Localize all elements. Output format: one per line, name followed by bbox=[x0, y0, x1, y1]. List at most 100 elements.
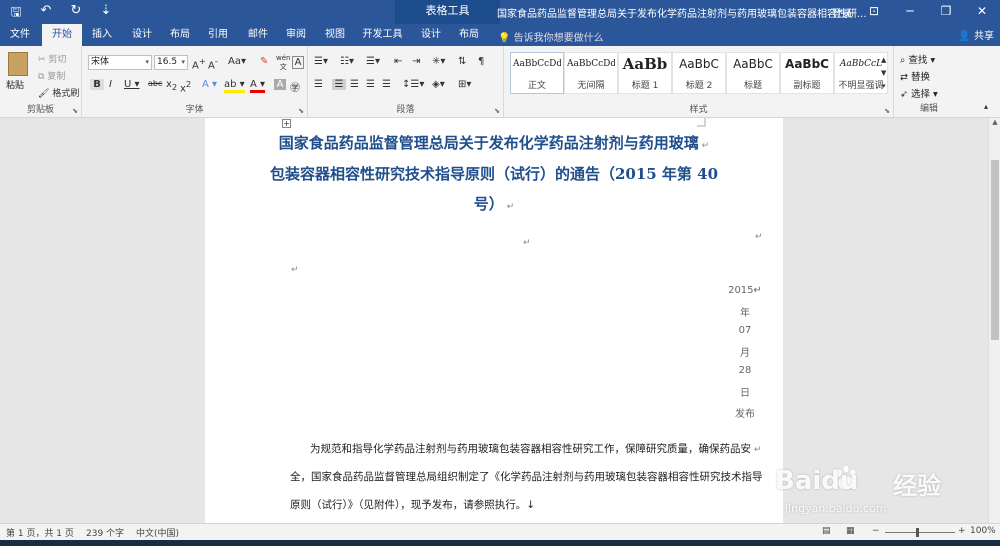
table-move-handle-icon[interactable]: + bbox=[282, 119, 291, 128]
tab-references[interactable]: 引用 bbox=[198, 24, 238, 46]
tell-me-search[interactable]: 💡 告诉我你想要做什么 bbox=[498, 29, 604, 44]
grow-font-icon[interactable]: A+ bbox=[192, 56, 206, 71]
italic-icon[interactable]: I bbox=[109, 79, 112, 90]
borders-icon[interactable]: ⊞▾ bbox=[458, 79, 471, 90]
bold-icon[interactable]: B bbox=[90, 79, 104, 90]
character-shading-icon[interactable]: A bbox=[274, 79, 286, 90]
numbering-icon[interactable]: ☷▾ bbox=[340, 56, 354, 67]
customize-qat-icon[interactable]: ⇣ bbox=[98, 3, 114, 25]
underline-icon[interactable]: U ▾ bbox=[124, 79, 140, 90]
scroll-up-icon[interactable]: ▲ bbox=[989, 118, 1000, 126]
tab-insert[interactable]: 插入 bbox=[82, 24, 122, 46]
tab-mailings[interactable]: 邮件 bbox=[238, 24, 278, 46]
page-count[interactable]: 第 1 页，共 1 页 bbox=[6, 526, 74, 539]
strikethrough-icon[interactable]: abc bbox=[148, 79, 162, 88]
style-heading-1[interactable]: AaBb 标题 1 bbox=[618, 52, 672, 94]
multilevel-list-icon[interactable]: ☰▾ bbox=[366, 56, 380, 67]
font-name-select[interactable]: 宋体 ▾ bbox=[88, 55, 152, 70]
date-month: 07 bbox=[738, 325, 752, 336]
replace-icon: ⇄ bbox=[900, 72, 908, 83]
line-spacing-icon[interactable]: ↕☰▾ bbox=[402, 79, 424, 90]
cut-button[interactable]: ✂ 剪切 bbox=[38, 52, 66, 65]
highlight-icon[interactable]: ab ▾ bbox=[224, 79, 245, 93]
align-center-icon[interactable]: ☰ bbox=[332, 79, 346, 90]
styles-scroll-icon[interactable]: ▲ ▼ ▾ bbox=[881, 54, 886, 93]
style-title[interactable]: AaBbC 标题 bbox=[726, 52, 780, 94]
tab-file[interactable]: 文件 bbox=[0, 24, 40, 46]
cursor-icon: ➶ bbox=[900, 89, 908, 100]
tab-developer[interactable]: 开发工具 bbox=[355, 24, 410, 46]
paragraph-launcher-icon[interactable]: ⬊ bbox=[494, 107, 500, 115]
login-link[interactable]: 登录 bbox=[832, 5, 852, 20]
subscript-icon[interactable]: x2 bbox=[166, 79, 177, 92]
style-subtitle[interactable]: AaBbC 副标题 bbox=[780, 52, 834, 94]
format-painter-button[interactable]: 🖌 格式刷 bbox=[38, 86, 79, 99]
replace-button[interactable]: ⇄ 替换 bbox=[900, 69, 930, 83]
date-year: 2015↵ bbox=[728, 285, 762, 296]
enclose-characters-icon[interactable]: ㊫ bbox=[290, 79, 300, 94]
tab-layout[interactable]: 布局 bbox=[160, 24, 200, 46]
sort-icon[interactable]: ⇅ bbox=[458, 56, 466, 67]
style-subtle-emphasis[interactable]: AaBbCcL 不明显强调 bbox=[834, 52, 888, 94]
watermark-suffix: 经验 bbox=[893, 472, 941, 500]
share-button[interactable]: 👤 共享 bbox=[958, 27, 994, 42]
style-normal[interactable]: AaBbCcDd 正文 bbox=[510, 52, 564, 94]
collapse-ribbon-icon[interactable]: ▴ bbox=[984, 102, 988, 111]
bullets-icon[interactable]: ☰▾ bbox=[314, 56, 328, 67]
styles-launcher-icon[interactable]: ⬊ bbox=[884, 107, 890, 115]
superscript-icon[interactable]: x2 bbox=[180, 79, 191, 94]
date-day: 28 bbox=[738, 365, 752, 376]
tab-design[interactable]: 设计 bbox=[122, 24, 162, 46]
word-count[interactable]: 239 个字 bbox=[86, 526, 124, 539]
clipboard-launcher-icon[interactable]: ⬊ bbox=[72, 107, 78, 115]
character-border-icon[interactable]: A bbox=[292, 56, 304, 69]
doc-title-line-1: 国家食品药品监督管理总局关于发布化学药品注射剂与药用玻璃 ↵ bbox=[278, 134, 710, 152]
align-left-icon[interactable]: ☰ bbox=[314, 79, 323, 90]
clear-formatting-icon[interactable]: ✎ bbox=[260, 56, 268, 67]
align-right-icon[interactable]: ☰ bbox=[350, 79, 359, 90]
show-marks-icon[interactable]: ¶ bbox=[478, 56, 484, 67]
tab-view[interactable]: 视图 bbox=[315, 24, 355, 46]
paste-button[interactable]: 粘贴 bbox=[6, 78, 24, 91]
find-button[interactable]: ⌕ 查找 ▾ bbox=[900, 52, 935, 66]
phonetic-guide-icon[interactable]: wén 文 bbox=[276, 54, 290, 72]
baidu-watermark: Baidu 经验 jingyan.baidu.com bbox=[775, 462, 985, 532]
style-no-spacing[interactable]: AaBbCcDd 无间隔 bbox=[564, 52, 618, 94]
justify-icon[interactable]: ☰ bbox=[366, 79, 375, 90]
chinese-layout-icon[interactable]: ✳▾ bbox=[432, 56, 445, 67]
vertical-scrollbar[interactable]: ▲ bbox=[988, 118, 1000, 523]
close-icon[interactable]: ✕ bbox=[964, 0, 1000, 22]
paste-icon[interactable] bbox=[8, 52, 28, 76]
increase-indent-icon[interactable]: ⇥ bbox=[412, 56, 420, 67]
font-color-icon[interactable]: A ▾ bbox=[250, 79, 266, 93]
tab-review[interactable]: 审阅 bbox=[276, 24, 316, 46]
contextual-tab-group: 表格工具 bbox=[395, 0, 500, 24]
style-heading-2[interactable]: AaBbC 标题 2 bbox=[672, 52, 726, 94]
language-indicator[interactable]: 中文(中国) bbox=[136, 526, 179, 539]
body-line-1: 为规范和指导化学药品注射剂与药用玻璃包装容器相容性研究工作，保障研究质量，确保药… bbox=[310, 443, 762, 455]
redo-icon[interactable]: ↻ bbox=[68, 3, 84, 25]
save-icon[interactable]: 🖫 bbox=[8, 3, 24, 25]
tab-table-design[interactable]: 设计 bbox=[412, 24, 450, 46]
scroll-thumb[interactable] bbox=[991, 160, 999, 340]
zoom-slider[interactable] bbox=[885, 532, 955, 533]
text-effects-icon[interactable]: A ▾ bbox=[202, 79, 217, 90]
shrink-font-icon[interactable]: A- bbox=[208, 56, 218, 71]
document-page[interactable]: + 国家食品药品监督管理总局关于发布化学药品注射剂与药用玻璃 ↵ 包装容器相容性… bbox=[205, 118, 783, 523]
change-case-button[interactable]: Aa▾ bbox=[228, 56, 246, 67]
tab-table-layout[interactable]: 布局 bbox=[450, 24, 488, 46]
copy-button[interactable]: ⧉ 复制 bbox=[38, 69, 65, 82]
undo-icon[interactable]: ↶ bbox=[38, 3, 54, 25]
decrease-indent-icon[interactable]: ⇤ bbox=[394, 56, 402, 67]
select-button[interactable]: ➶ 选择 ▾ bbox=[900, 86, 938, 100]
font-launcher-icon[interactable]: ⬊ bbox=[298, 107, 304, 115]
distribute-icon[interactable]: ☰ bbox=[382, 79, 391, 90]
minimize-icon[interactable]: ─ bbox=[892, 0, 928, 22]
title-bar: 🖫 ↶ ↻ ⇣ 表格工具 国家食品药品监督管理总局关于发布化学药品注射剂与药用玻… bbox=[0, 0, 1000, 24]
date-published: 发布 bbox=[735, 409, 755, 420]
tab-home[interactable]: 开始 bbox=[42, 24, 82, 46]
font-size-select[interactable]: 16.5 ▾ bbox=[154, 55, 188, 70]
ribbon-display-icon[interactable]: ⊡ bbox=[856, 0, 892, 22]
restore-icon[interactable]: ❐ bbox=[928, 0, 964, 22]
shading-icon[interactable]: ◈▾ bbox=[432, 79, 445, 90]
